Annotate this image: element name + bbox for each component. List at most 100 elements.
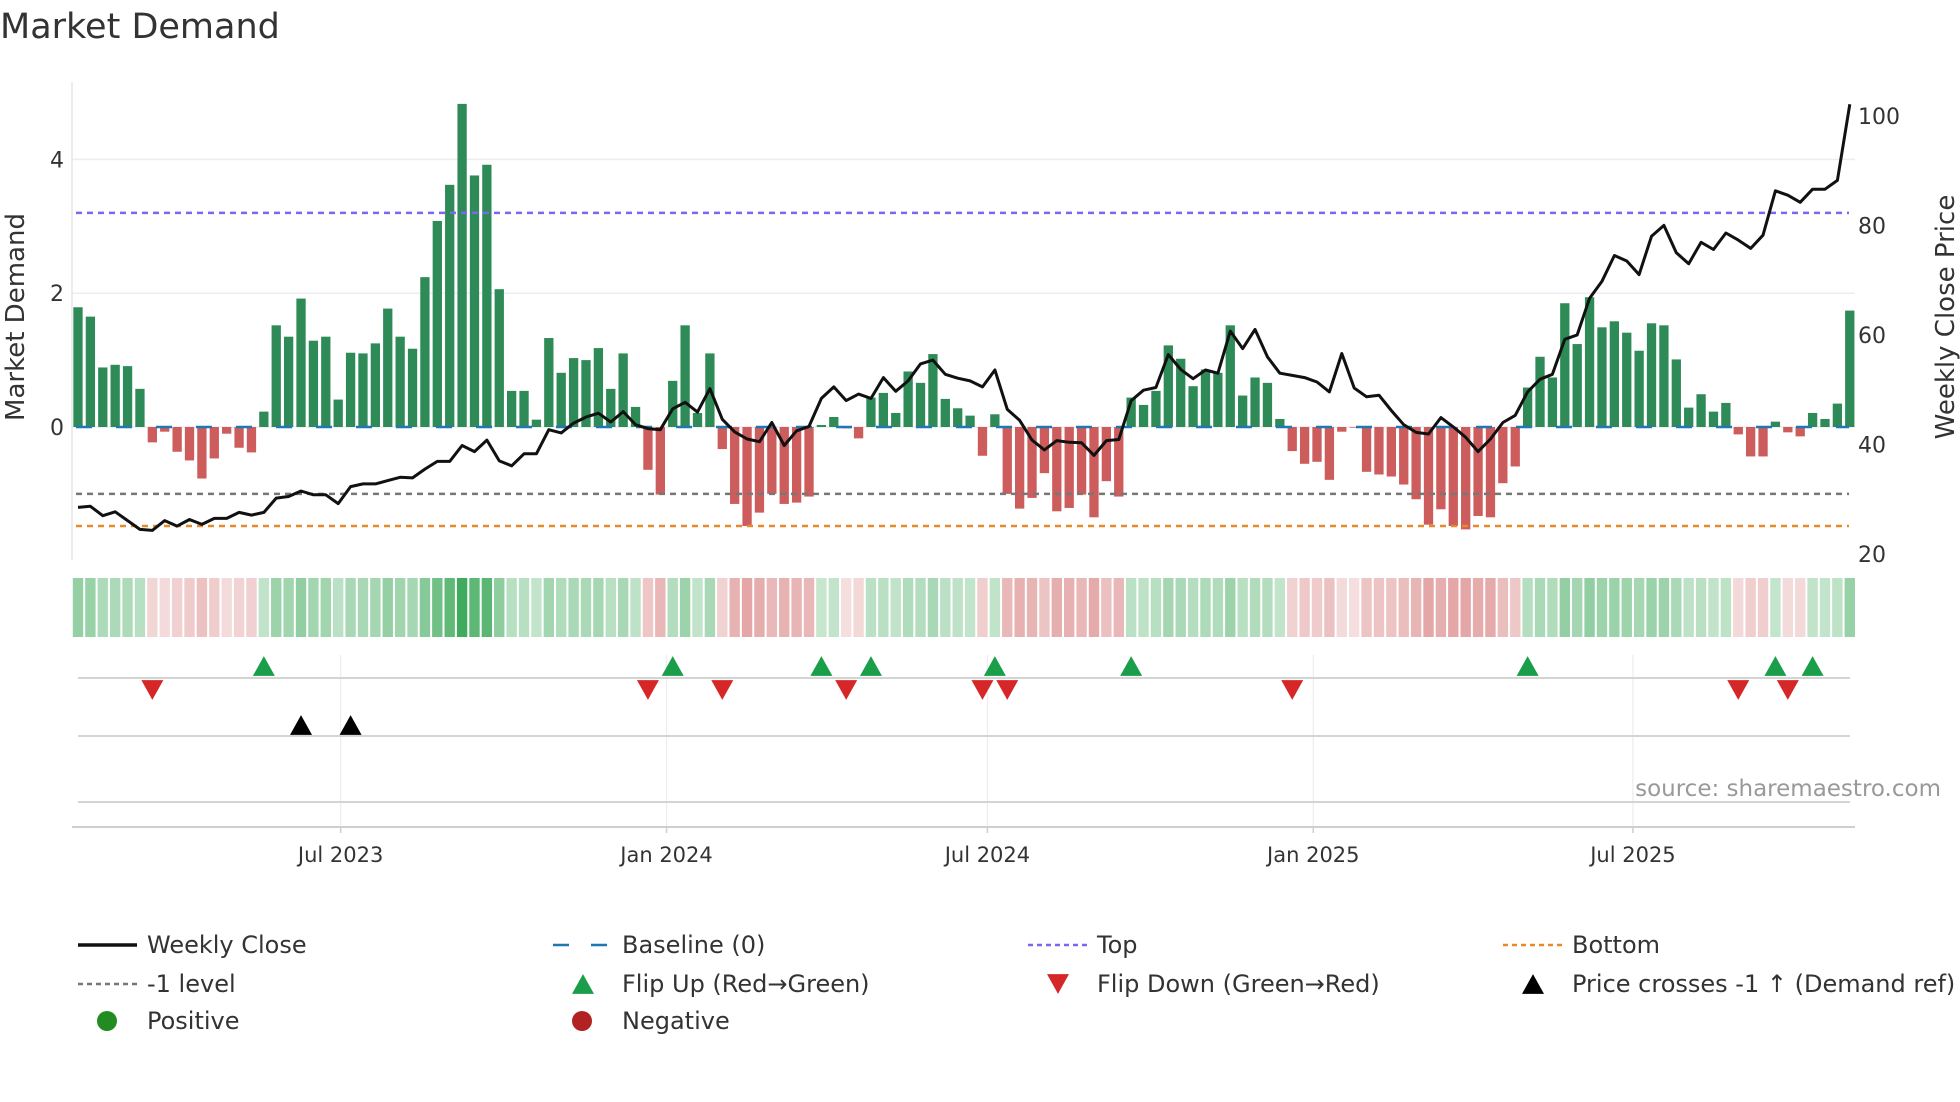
demand-bar: [184, 427, 195, 461]
legend-item-top: Top: [1028, 931, 1138, 959]
source-label: source: sharemaestro.com: [1635, 776, 1941, 802]
legend-item-minus-one: -1 level: [78, 970, 236, 998]
demand-bar: [1076, 427, 1087, 495]
demand-bar: [1622, 332, 1632, 427]
heat-strip-cell: [655, 578, 666, 637]
flip-down-marker: [636, 680, 659, 700]
flip-down-marker: [835, 680, 858, 700]
heat-strip-cell: [1522, 578, 1533, 637]
demand-heat-strip: [72, 578, 1855, 637]
demand-bar: [1361, 427, 1372, 472]
demand-bar: [321, 336, 331, 427]
demand-bar: [135, 388, 145, 427]
demand-bar: [1002, 427, 1012, 494]
heat-strip-cell: [308, 578, 319, 637]
heat-strip-cell: [1795, 578, 1806, 637]
flip-down-marker: [1776, 680, 1799, 700]
x-tick-label: Jul 2025: [1588, 843, 1675, 867]
heat-strip-cell: [1262, 578, 1273, 637]
heat-strip-cell: [741, 578, 753, 637]
flip-down-marker: [996, 680, 1019, 700]
legend-label: Top: [1096, 931, 1138, 959]
legend-item-negative: Negative: [572, 1007, 730, 1035]
event-markers: [78, 656, 1850, 803]
heat-strip-cell: [630, 578, 641, 637]
heat-strip-cell: [1671, 578, 1682, 637]
demand-bar: [1758, 427, 1768, 457]
demand-bar: [246, 427, 257, 453]
heat-strip-cell: [1287, 578, 1298, 637]
heat-strip-cell: [977, 578, 988, 637]
heat-strip-cell: [1361, 578, 1372, 637]
legend-symbol-negative: [572, 1011, 592, 1031]
demand-bar: [395, 336, 405, 427]
legend-label: Weekly Close: [147, 931, 307, 959]
heat-strip-cell: [1039, 578, 1050, 637]
demand-bar: [209, 427, 219, 459]
legend-symbol-flip-up: [572, 974, 594, 994]
heat-strip-cell: [357, 578, 369, 637]
demand-bar: [1770, 421, 1781, 427]
demand-bar: [767, 427, 777, 494]
legend-label: Flip Up (Red→Green): [622, 970, 870, 998]
demand-bar: [1684, 407, 1694, 427]
heat-strip-cell: [1534, 578, 1546, 637]
legend-symbol-price-cross: [1522, 974, 1544, 994]
demand-bar: [829, 416, 839, 427]
heat-strip-cell: [1844, 578, 1855, 637]
heat-strip-cell: [1708, 578, 1719, 637]
heat-strip-cell: [1026, 578, 1038, 637]
heat-strip-cell: [1237, 578, 1248, 637]
heat-strip-cell: [1101, 578, 1112, 637]
demand-bar: [1498, 427, 1508, 484]
heat-strip-cell: [1658, 578, 1670, 637]
demand-bar: [643, 427, 653, 470]
demand-bar: [222, 427, 232, 434]
demand-bar: [308, 340, 319, 427]
legend-item-price-cross: Price crosses -1 ↑ (Demand ref): [1522, 970, 1955, 998]
heat-strip-cell: [642, 578, 654, 637]
heat-strip-cell: [494, 578, 505, 637]
demand-bar: [1597, 327, 1607, 427]
demand-bar: [1733, 427, 1743, 435]
heat-strip-cell: [1757, 578, 1769, 637]
demand-bar: [990, 414, 1000, 427]
heat-strip-cell: [332, 578, 344, 637]
heat-strip-cell: [568, 578, 579, 637]
price-cross-marker: [339, 715, 362, 735]
y2-tick-label: 80: [1858, 214, 1886, 239]
demand-bar: [1510, 427, 1520, 467]
heat-strip-cell: [407, 578, 418, 637]
demand-bar: [1560, 303, 1570, 427]
heat-strip-cell: [1423, 578, 1434, 637]
demand-bar: [1188, 386, 1198, 427]
demand-bar: [1473, 427, 1483, 516]
heat-strip-cell: [617, 578, 629, 637]
demand-bar: [1312, 427, 1322, 462]
demand-bar: [494, 289, 504, 427]
heat-strip-cell: [1163, 578, 1174, 637]
heat-strip-cell: [1249, 578, 1261, 637]
heat-strip-cell: [791, 578, 802, 637]
heat-strip-cell: [283, 578, 294, 637]
heat-strip-cell: [890, 578, 901, 637]
heat-strip-cell: [902, 578, 914, 637]
heat-strip-cell: [803, 578, 815, 637]
demand-bar: [432, 220, 442, 427]
heat-strip-cell: [1150, 578, 1162, 637]
heat-strip-cell: [865, 578, 877, 637]
heat-strip-cell: [989, 578, 1001, 637]
heat-strip-cell: [1138, 578, 1149, 637]
heat-strip-cell: [1014, 578, 1025, 637]
heat-strip-cell: [556, 578, 567, 637]
legend-label: Price crosses -1 ↑ (Demand ref): [1572, 970, 1955, 998]
demand-bar: [1448, 427, 1458, 527]
heat-strip-cell: [1212, 578, 1224, 637]
reference-levels: [76, 211, 1849, 528]
heat-strip-cell: [419, 578, 431, 637]
flip-up-marker: [1120, 656, 1143, 676]
demand-bar: [73, 307, 83, 427]
demand-bar: [668, 380, 678, 427]
demand-bar: [1287, 427, 1297, 452]
heat-strip-cell: [1547, 578, 1558, 637]
